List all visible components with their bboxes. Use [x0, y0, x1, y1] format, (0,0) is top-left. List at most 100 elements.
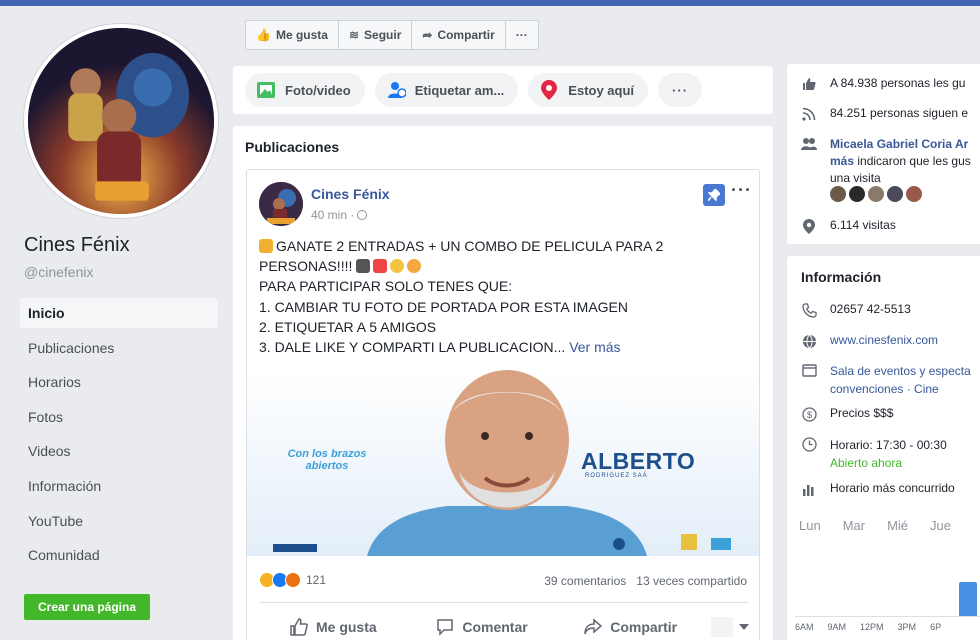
post-author-name[interactable]: Cines Fénix: [311, 186, 390, 202]
check-in-label: Estoy aquí: [568, 82, 635, 98]
profile-picture[interactable]: [24, 24, 218, 218]
busy-hours-text: Horario más concurrido: [830, 481, 955, 495]
location-pin-icon: [801, 218, 817, 234]
hours-value: Horario: 17:30 - 00:30: [830, 438, 947, 452]
friend-avatar[interactable]: [830, 186, 846, 202]
share-as-dropdown[interactable]: [705, 616, 750, 637]
info-title: Información: [801, 269, 882, 285]
open-now-status: Abierto ahora: [830, 456, 903, 470]
website-row: www.cinesfenix.com: [801, 333, 938, 349]
composer-more-button[interactable]: ···: [658, 73, 703, 107]
friend-avatar[interactable]: [906, 186, 922, 202]
create-page-button[interactable]: Crear una página: [24, 594, 150, 620]
like-page-button[interactable]: 👍 Me gusta: [246, 21, 339, 49]
check-in-button[interactable]: Estoy aquí: [528, 73, 649, 107]
day-tab-jue[interactable]: Jue: [930, 518, 951, 533]
share-curved-arrow-icon: [584, 617, 603, 636]
post-line-4: 1. CAMBIAR TU FOTO DE PORTADA POR ESTA I…: [259, 298, 628, 315]
post-stats: 39 comentarios 13 veces compartido: [544, 574, 747, 588]
share-page-button[interactable]: ➦ Compartir: [412, 21, 506, 49]
tag-friends-label: Etiquetar am...: [414, 82, 505, 98]
friend-avatar[interactable]: [849, 186, 865, 202]
nav-item-informacion[interactable]: Información: [20, 471, 218, 501]
nav-item-fotos[interactable]: Fotos: [20, 402, 218, 432]
friend-avatar[interactable]: [868, 186, 884, 202]
friends-text: Micaela Gabriel Coria Ar más indicaron q…: [830, 136, 971, 187]
page-name[interactable]: Cines Fénix: [24, 234, 130, 257]
busy-hours-row: Horario más concurrido: [801, 481, 955, 497]
follow-page-button[interactable]: ≋ Seguir: [339, 21, 413, 49]
clock-icon: [801, 436, 817, 452]
follow-page-label: Seguir: [364, 28, 402, 42]
likes-row: A 84.938 personas les gu: [801, 76, 965, 92]
post-share-label: Compartir: [610, 618, 678, 635]
reaction-summary[interactable]: 121: [259, 572, 326, 588]
post-author-avatar[interactable]: [259, 182, 303, 226]
photo-icon: [255, 79, 277, 101]
post-comment-button[interactable]: Comentar: [408, 610, 557, 640]
tag-friends-icon: [385, 79, 407, 101]
nav-item-publicaciones[interactable]: Publicaciones: [20, 333, 218, 363]
tag-friends-button[interactable]: Etiquetar am...: [374, 73, 519, 107]
phone-text[interactable]: 02657 42-5513: [830, 302, 911, 316]
friend-name-link[interactable]: Micaela Gabriel Coria Ar: [830, 136, 971, 153]
share-page-label: Compartir: [437, 28, 495, 42]
post-body: GANATE 2 ENTRADAS + UN COMBO DE PELICULA…: [259, 236, 749, 357]
post-line-5: 2. ETIQUETAR A 5 AMIGOS: [259, 318, 437, 335]
ticket-emoji-icon: [259, 239, 273, 253]
friend-avatar[interactable]: [887, 186, 903, 202]
category-link-1[interactable]: Sala de eventos y especta: [830, 362, 971, 380]
photo-video-button[interactable]: Foto/video: [245, 73, 365, 107]
comment-bubble-icon: [436, 618, 454, 636]
share-as-avatar: [711, 616, 734, 637]
post-timestamp[interactable]: 40 min ·: [311, 208, 368, 222]
visits-text: 6.114 visitas: [830, 218, 896, 232]
price-icon: $: [801, 406, 817, 422]
post-line-1: GANATE 2 ENTRADAS + UN COMBO DE PELICULA…: [276, 238, 664, 254]
pin-icon[interactable]: [703, 184, 725, 206]
page-action-bar: 👍 Me gusta ≋ Seguir ➦ Compartir ···: [245, 20, 539, 50]
category-text: Sala de eventos y especta convenciones ·…: [830, 362, 971, 398]
thumbs-up-outline-icon: [290, 617, 308, 636]
day-tabs: Lun Mar Mié Jue: [799, 518, 951, 533]
post-line-2: PERSONAS!!!!: [259, 258, 353, 275]
post-options-button[interactable]: ···: [731, 180, 752, 201]
friends-more-link[interactable]: más: [830, 154, 854, 168]
hour-tick: 9AM: [827, 622, 847, 632]
image-brand: ALBERTO: [581, 448, 696, 474]
nav-item-videos[interactable]: Videos: [20, 436, 218, 466]
globe-icon: [801, 333, 817, 349]
more-options-button[interactable]: ···: [506, 21, 538, 49]
nav-item-horarios[interactable]: Horarios: [20, 367, 218, 397]
category-link-2[interactable]: convenciones · Cine: [830, 380, 971, 398]
see-more-link[interactable]: Ver más: [569, 339, 620, 355]
post-like-button[interactable]: Me gusta: [259, 610, 408, 640]
nav-item-comunidad[interactable]: Comunidad: [20, 540, 218, 570]
bar-chart-icon: [801, 481, 817, 497]
clapper-emoji-icon: [356, 259, 371, 274]
nav-item-youtube[interactable]: YouTube: [20, 506, 218, 536]
post-share-button[interactable]: Compartir: [556, 610, 705, 640]
price-text: Precios $$$: [830, 406, 894, 420]
post-image[interactable]: Con los brazos abiertos ALBERTO RODRIGUE…: [247, 370, 759, 556]
post-time-label: 40 min ·: [311, 208, 355, 222]
post-like-label: Me gusta: [315, 618, 377, 635]
page-nav: Inicio Publicaciones Horarios Fotos Vide…: [20, 298, 218, 575]
hour-tick: 12PM: [860, 622, 884, 632]
heart-eyes-emoji-icon: [407, 259, 422, 274]
day-tab-lun[interactable]: Lun: [799, 518, 821, 533]
day-tab-mar[interactable]: Mar: [843, 518, 865, 533]
comment-count-link[interactable]: 39 comentarios: [544, 574, 626, 588]
nav-item-inicio[interactable]: Inicio: [20, 298, 218, 328]
hour-ticks: 6AM 9AM 12PM 3PM 6P: [795, 622, 941, 632]
popcorn-emoji-icon: [373, 259, 388, 274]
website-link[interactable]: www.cinesfenix.com: [830, 333, 938, 347]
svg-text:$: $: [806, 410, 811, 420]
likes-count-text: A 84.938 personas les gu: [830, 76, 966, 90]
friends-rest-text-2: una visita: [830, 171, 881, 185]
share-count-link[interactable]: 13 veces compartido: [636, 574, 747, 588]
thumbs-up-icon: [801, 76, 817, 92]
day-tab-mie[interactable]: Mié: [887, 518, 908, 533]
follows-count-text: 84.251 personas siguen e: [830, 106, 969, 120]
rss-icon: [801, 106, 817, 122]
